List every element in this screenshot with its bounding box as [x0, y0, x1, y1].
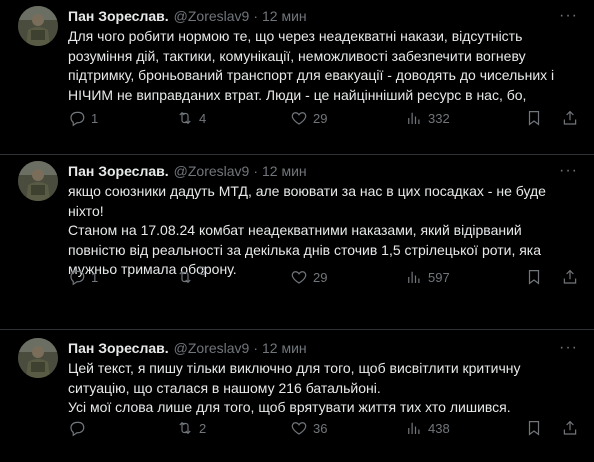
- tweet-header: Пан Зореслав. @Zoreslav9 · 12 мин ···: [68, 161, 584, 181]
- bookmark-icon: [528, 421, 540, 436]
- author-handle[interactable]: @Zoreslav9: [174, 340, 250, 356]
- bookmark-icon: [528, 111, 540, 126]
- tweet-text: якщо союзники дадуть МТД, але воювати за…: [68, 183, 546, 277]
- views-icon: [408, 112, 420, 124]
- tweet-text: Цей текст, я пишу тільки виключно для то…: [68, 360, 521, 415]
- view-count: 332: [428, 110, 450, 126]
- avatar-image: [18, 338, 58, 378]
- views-icon: [408, 271, 420, 283]
- author-name[interactable]: Пан Зореслав.: [68, 163, 169, 179]
- retweet-count: 4: [199, 110, 207, 126]
- retweet-button[interactable]: 3: [176, 264, 206, 286]
- avatar[interactable]: [18, 338, 58, 378]
- timestamp[interactable]: 12 мин: [262, 340, 307, 356]
- more-icon[interactable]: ···: [559, 7, 578, 25]
- retweet-icon: [179, 111, 191, 125]
- reply-button[interactable]: [68, 419, 91, 437]
- separator-dot: ·: [253, 340, 258, 356]
- share-button[interactable]: [561, 109, 579, 127]
- bookmark-button[interactable]: [525, 109, 543, 127]
- tweet-header: Пан Зореслав. @Zoreslav9 · 12 мин ···: [68, 338, 584, 358]
- like-count: 29: [313, 269, 328, 285]
- tweet-content: Пан Зореслав. @Zoreslav9 · 12 мин ··· Це…: [68, 338, 584, 462]
- reply-button[interactable]: 1: [68, 268, 98, 286]
- views-button[interactable]: 438: [405, 419, 450, 437]
- share-icon: [563, 269, 577, 284]
- tweet[interactable]: Пан Зореслав. @Zoreslav9 · 12 мин ··· Дл…: [0, 0, 594, 155]
- more-icon[interactable]: ···: [559, 339, 578, 357]
- author-handle[interactable]: @Zoreslav9: [174, 163, 250, 179]
- bookmark-icon: [528, 270, 540, 285]
- bookmark-button[interactable]: [525, 268, 543, 286]
- views-button[interactable]: 597: [405, 268, 450, 286]
- separator-dot: ·: [253, 163, 258, 179]
- views-icon: [408, 422, 420, 434]
- share-icon: [563, 110, 577, 125]
- share-button[interactable]: [561, 419, 579, 437]
- tweet-content: Пан Зореслав. @Zoreslav9 · 12 мин ··· Дл…: [68, 6, 584, 154]
- view-count: 438: [428, 420, 450, 436]
- like-button[interactable]: 36: [290, 419, 327, 437]
- retweet-icon: [179, 270, 191, 284]
- avatar-column: [18, 338, 60, 462]
- reply-button[interactable]: 1: [68, 109, 98, 127]
- reply-count: 1: [91, 110, 99, 126]
- retweet-icon: [179, 421, 191, 435]
- timestamp[interactable]: 12 мин: [262, 163, 307, 179]
- share-icon: [563, 420, 577, 435]
- tweet[interactable]: Пан Зореслав. @Zoreslav9 · 12 мин ··· Це…: [0, 330, 594, 462]
- retweet-count: 2: [199, 420, 207, 436]
- retweet-count: 3: [199, 264, 206, 278]
- bookmark-button[interactable]: [525, 419, 543, 437]
- avatar-column: [18, 161, 60, 329]
- like-button[interactable]: 29: [290, 109, 327, 127]
- author-name[interactable]: Пан Зореслав.: [68, 340, 169, 356]
- reply-icon: [70, 111, 85, 127]
- retweet-button[interactable]: 4: [176, 109, 206, 127]
- reply-count: 1: [91, 269, 99, 285]
- like-button[interactable]: 29: [290, 268, 327, 286]
- tweet-feed: Пан Зореслав. @Zoreslav9 · 12 мин ··· Дл…: [0, 0, 594, 462]
- heart-icon: [291, 422, 307, 435]
- avatar-image: [18, 6, 58, 46]
- retweet-button[interactable]: 2: [176, 419, 206, 437]
- avatar-image: [18, 161, 58, 201]
- avatar[interactable]: [18, 6, 58, 46]
- more-icon[interactable]: ···: [559, 162, 578, 180]
- avatar[interactable]: [18, 161, 58, 201]
- share-button[interactable]: [561, 268, 579, 286]
- tweet-text: Для чого робити нормою те, що через неад…: [68, 28, 555, 103]
- heart-icon: [291, 271, 307, 284]
- author-handle[interactable]: @Zoreslav9: [174, 8, 250, 24]
- views-button[interactable]: 332: [405, 109, 450, 127]
- tweet-header: Пан Зореслав. @Zoreslav9 · 12 мин ···: [68, 6, 584, 26]
- reply-icon: [70, 270, 85, 286]
- separator-dot: ·: [253, 8, 258, 24]
- timestamp[interactable]: 12 мин: [262, 8, 307, 24]
- tweet[interactable]: Пан Зореслав. @Zoreslav9 · 12 мин ··· як…: [0, 155, 594, 330]
- reply-icon: [70, 421, 85, 437]
- view-count: 597: [428, 269, 450, 285]
- like-count: 29: [313, 110, 328, 126]
- heart-icon: [291, 112, 307, 125]
- tweet-content: Пан Зореслав. @Zoreslav9 · 12 мин ··· як…: [68, 161, 584, 329]
- author-name[interactable]: Пан Зореслав.: [68, 8, 169, 24]
- avatar-column: [18, 6, 60, 154]
- like-count: 36: [313, 420, 328, 436]
